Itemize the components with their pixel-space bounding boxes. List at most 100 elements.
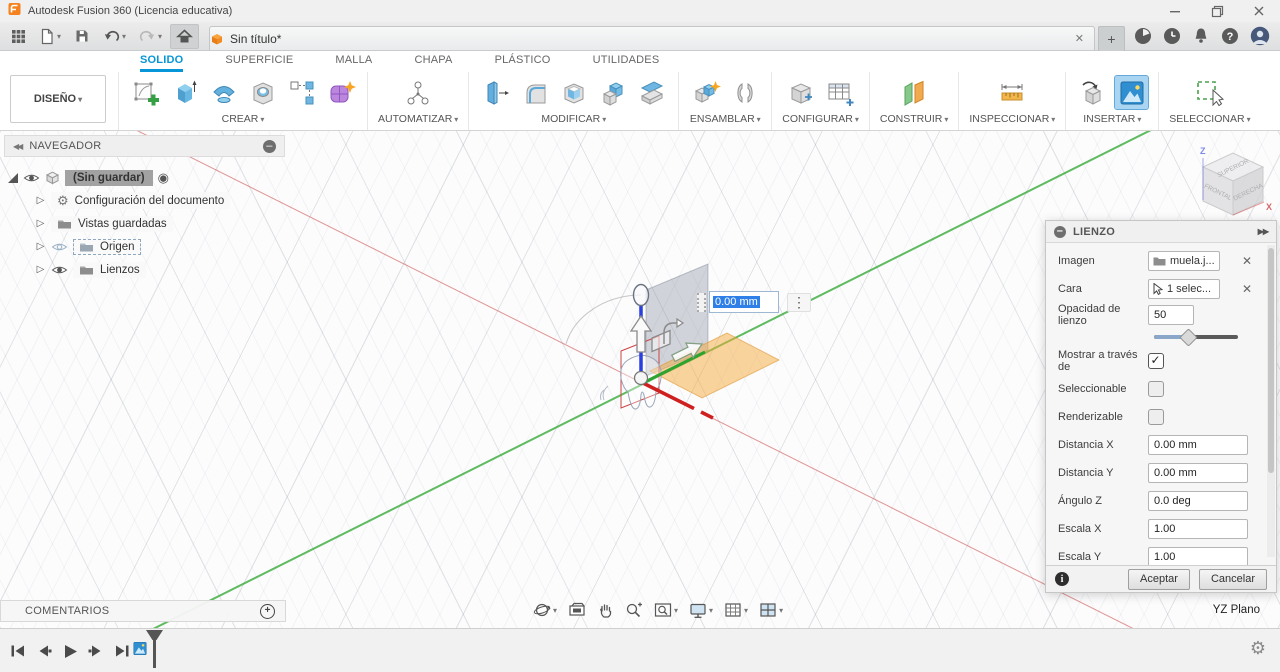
renderizable-checkbox[interactable] — [1148, 409, 1164, 425]
extensions-button[interactable] — [1134, 27, 1152, 45]
clear-imagen-icon[interactable]: ✕ — [1240, 254, 1254, 268]
configure-button[interactable] — [785, 76, 818, 109]
insert-derive-button[interactable] — [1076, 76, 1109, 109]
escala-x-input[interactable] — [1148, 519, 1248, 539]
user-avatar[interactable] — [1250, 26, 1270, 46]
opacidad-input[interactable] — [1148, 305, 1194, 325]
clear-cara-icon[interactable]: ✕ — [1240, 282, 1254, 296]
distancia-x-input[interactable] — [1148, 435, 1248, 455]
viewports-button[interactable]: ▾ — [754, 598, 788, 622]
drag-grip-icon[interactable] — [697, 292, 706, 312]
display-settings-button[interactable]: ▾ — [684, 598, 718, 622]
group-label-crear[interactable]: CREAR ▾ — [222, 113, 265, 125]
escala-y-input[interactable] — [1148, 547, 1248, 565]
visibility-eye-icon[interactable] — [23, 172, 40, 184]
navigator-header[interactable]: ◀◀ NAVEGADOR – — [4, 135, 285, 157]
tree-item-origin[interactable]: ▷ Origen — [8, 235, 285, 258]
collapse-left-icon[interactable]: ◀◀ — [13, 142, 23, 151]
document-tab[interactable]: Sin título* ✕ — [209, 26, 1095, 50]
scrollbar-thumb[interactable] — [1268, 248, 1274, 473]
tree-item-label[interactable]: Configuración del documento — [75, 195, 225, 207]
tab-chapa[interactable]: CHAPA — [414, 54, 452, 72]
press-pull-button[interactable] — [479, 76, 512, 109]
dialog-header[interactable]: – LIENZO ▶▶ — [1046, 221, 1276, 243]
distancia-y-input[interactable] — [1148, 463, 1248, 483]
extrude-button[interactable] — [168, 76, 201, 109]
dimension-input[interactable]: 0.00 mm — [709, 291, 779, 313]
revolve-button[interactable] — [207, 76, 240, 109]
select-button[interactable] — [1193, 76, 1226, 109]
slider-knob[interactable] — [1178, 327, 1198, 347]
comments-panel[interactable]: COMENTARIOS + — [0, 600, 286, 622]
view-cube[interactable]: SUPERIOR FRONTAL DERECHA Z X — [1188, 141, 1280, 225]
close-button[interactable] — [1238, 0, 1280, 22]
tree-item-saved-views[interactable]: ▷ Vistas guardadas — [8, 212, 285, 235]
expanded-triangle-icon[interactable] — [8, 172, 18, 183]
expander-icon[interactable]: ▷ — [35, 218, 46, 229]
tree-item-doc-settings[interactable]: ▷ ⚙ Configuración del documento — [8, 189, 285, 212]
pattern-button[interactable] — [285, 76, 318, 109]
construct-plane-button[interactable] — [898, 76, 931, 109]
shell-button[interactable] — [557, 76, 590, 109]
tab-solido[interactable]: SOLIDO — [140, 54, 184, 72]
app-grid-menu-button[interactable] — [6, 25, 31, 48]
home-button[interactable] — [170, 23, 200, 49]
grid-settings-button[interactable]: ▾ — [719, 598, 753, 622]
file-menu-button[interactable]: ▾ — [34, 25, 66, 48]
group-label-configurar[interactable]: CONFIGURAR ▾ — [782, 113, 859, 125]
mostrar-checkbox[interactable] — [1148, 353, 1164, 369]
document-root-label[interactable]: (Sin guardar) — [65, 169, 153, 186]
split-body-button[interactable] — [635, 76, 668, 109]
group-label-seleccionar[interactable]: SELECCIONAR ▾ — [1169, 113, 1250, 125]
group-label-automatizar[interactable]: AUTOMATIZAR ▾ — [378, 113, 458, 125]
timeline-playhead[interactable] — [146, 630, 163, 668]
aceptar-button[interactable]: Aceptar — [1128, 568, 1190, 590]
undo-button[interactable]: ▾ — [98, 25, 131, 48]
visibility-off-eye-icon[interactable] — [51, 241, 68, 253]
angulo-z-input[interactable] — [1148, 491, 1248, 511]
pan-button[interactable] — [592, 598, 619, 622]
viewport-3d[interactable]: SUPERIOR FRONTAL DERECHA Z X 0.00 mm ⋮ ◀… — [0, 131, 1280, 628]
rotate-ring-handle[interactable] — [632, 283, 650, 307]
activate-component-radio[interactable]: ◉ — [158, 170, 169, 186]
tree-root-row[interactable]: (Sin guardar) ◉ — [8, 166, 285, 189]
timeline-play-button[interactable] — [60, 640, 80, 662]
tab-superficie[interactable]: SUPERFICIE — [225, 54, 293, 72]
look-at-button[interactable] — [563, 598, 591, 622]
group-label-ensamblar[interactable]: ENSAMBLAR ▾ — [690, 113, 761, 125]
automate-button[interactable] — [402, 76, 435, 109]
timeline-step-forward-button[interactable] — [86, 640, 106, 662]
notifications-button[interactable] — [1192, 27, 1210, 45]
origin-ball-handle[interactable] — [633, 370, 649, 386]
canvas-manipulator[interactable] — [540, 250, 840, 486]
group-label-modificar[interactable]: MODIFICAR ▾ — [541, 113, 606, 125]
timeline-settings-gear-icon[interactable]: ⚙ — [1250, 638, 1266, 659]
dialog-scrollbar[interactable] — [1267, 245, 1275, 557]
group-label-insertar[interactable]: INSERTAR ▾ — [1083, 113, 1141, 125]
expander-icon[interactable]: ▷ — [35, 241, 46, 252]
help-button[interactable]: ? — [1221, 27, 1239, 45]
expander-icon[interactable]: ▷ — [35, 195, 46, 206]
create-form-button[interactable] — [324, 76, 357, 109]
new-tab-button[interactable]: + — [1098, 26, 1125, 52]
measure-button[interactable] — [996, 76, 1029, 109]
fillet-button[interactable] — [518, 76, 551, 109]
fit-button[interactable]: ▾ — [649, 598, 683, 622]
design-workspace-dropdown[interactable]: DISEÑO ▾ — [10, 75, 106, 123]
tree-item-label[interactable]: Vistas guardadas — [78, 218, 167, 230]
timeline-step-back-button[interactable] — [34, 640, 54, 662]
save-button[interactable] — [69, 25, 95, 48]
new-component-button[interactable] — [689, 76, 722, 109]
insert-canvas-button[interactable] — [1114, 75, 1150, 110]
tree-item-label[interactable]: Origen — [100, 241, 135, 253]
add-comment-icon[interactable]: + — [260, 603, 275, 619]
job-status-button[interactable] — [1163, 27, 1181, 45]
opacidad-slider[interactable] — [1154, 327, 1238, 347]
seleccionable-checkbox[interactable] — [1148, 381, 1164, 397]
restore-button[interactable] — [1196, 0, 1238, 22]
timeline-skip-start-button[interactable] — [8, 640, 28, 662]
zoom-button[interactable] — [620, 598, 648, 622]
cancelar-button[interactable]: Cancelar — [1198, 568, 1267, 590]
minimize-button[interactable] — [1154, 0, 1196, 22]
redo-button[interactable]: ▾ — [134, 25, 167, 48]
